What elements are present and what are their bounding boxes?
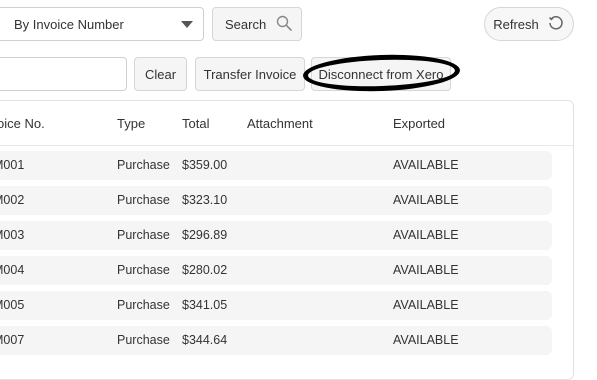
- header-type: Type: [117, 116, 146, 131]
- table-row[interactable]: M002 Purchase $323.10 AVAILABLE: [0, 186, 552, 215]
- header-exported: Exported: [393, 116, 446, 131]
- transfer-invoice-label: Transfer Invoice: [203, 66, 297, 82]
- filter-select[interactable]: By Invoice Number: [0, 7, 204, 41]
- header-invoice-no: oice No.: [0, 116, 45, 131]
- cell-exported: AVAILABLE: [393, 228, 459, 242]
- table-row[interactable]: M005 Purchase $341.05 AVAILABLE: [0, 291, 552, 320]
- cell-invoice-no: M005: [0, 298, 25, 312]
- cell-type: Purchase: [117, 333, 170, 347]
- transfer-invoice-button[interactable]: Transfer Invoice: [195, 57, 305, 91]
- cell-total: $359.00: [182, 158, 228, 172]
- clear-button-label: Clear: [144, 66, 177, 82]
- refresh-button-label: Refresh: [493, 16, 539, 32]
- table-header: oice No. Type Total Attachment Exported: [0, 101, 573, 146]
- refresh-icon: [547, 14, 565, 35]
- scrollbar[interactable]: [593, 100, 597, 365]
- table-row[interactable]: M004 Purchase $280.02 AVAILABLE: [0, 256, 552, 285]
- cell-invoice-no: M007: [0, 333, 25, 347]
- cell-type: Purchase: [117, 193, 170, 207]
- header-total: Total: [182, 116, 210, 131]
- cell-total: $296.89: [182, 228, 228, 242]
- cell-invoice-no: M004: [0, 263, 25, 277]
- cell-invoice-no: M003: [0, 228, 25, 242]
- cell-exported: AVAILABLE: [393, 263, 459, 277]
- disconnect-xero-label: Disconnect from Xero: [318, 66, 444, 82]
- table-row[interactable]: M003 Purchase $296.89 AVAILABLE: [0, 221, 552, 250]
- cell-exported: AVAILABLE: [393, 298, 459, 312]
- cell-invoice-no: M002: [0, 193, 25, 207]
- header-attachment: Attachment: [247, 116, 313, 131]
- cell-exported: AVAILABLE: [393, 193, 459, 207]
- cell-exported: AVAILABLE: [393, 158, 459, 172]
- invoice-table: oice No. Type Total Attachment Exported …: [0, 100, 574, 380]
- search-button[interactable]: Search: [212, 7, 302, 41]
- table-row[interactable]: M001 Purchase $359.00 AVAILABLE: [0, 151, 552, 180]
- search-icon: [276, 15, 293, 34]
- cell-invoice-no: M001: [0, 158, 25, 172]
- cell-total: $341.05: [182, 298, 228, 312]
- cell-type: Purchase: [117, 158, 170, 172]
- cell-exported: AVAILABLE: [393, 333, 459, 347]
- table-row[interactable]: M007 Purchase $344.64 AVAILABLE: [0, 326, 552, 355]
- search-input[interactable]: [0, 57, 127, 91]
- cell-type: Purchase: [117, 263, 170, 277]
- clear-button[interactable]: Clear: [134, 57, 187, 91]
- filter-select-value: By Invoice Number: [14, 16, 124, 32]
- cell-total: $280.02: [182, 263, 228, 277]
- cell-type: Purchase: [117, 228, 170, 242]
- disconnect-xero-button[interactable]: Disconnect from Xero: [311, 57, 451, 91]
- cell-total: $323.10: [182, 193, 228, 207]
- cell-type: Purchase: [117, 298, 170, 312]
- cell-total: $344.64: [182, 333, 228, 347]
- search-button-label: Search: [225, 16, 267, 32]
- refresh-button[interactable]: Refresh: [484, 7, 574, 41]
- chevron-down-icon: [181, 21, 193, 28]
